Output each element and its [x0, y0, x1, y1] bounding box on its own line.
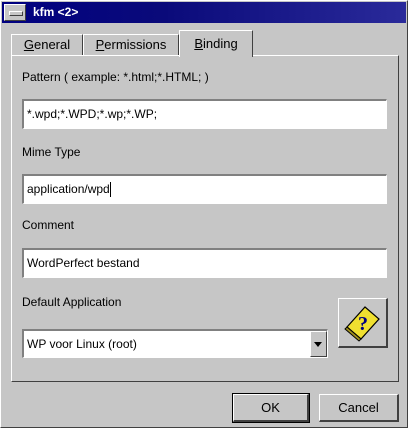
window-menu-icon	[9, 11, 23, 16]
title-bar[interactable]: kfm <2>	[2, 2, 406, 23]
mime-type-label: Mime Type	[22, 145, 81, 159]
binding-panel: Pattern ( example: *.html;*.HTML; ) *.wp…	[11, 55, 399, 382]
default-app-label: Default Application	[22, 295, 122, 309]
window-menu-button[interactable]	[4, 4, 26, 21]
tab-permissions[interactable]: Permissions	[83, 34, 179, 56]
default-app-select[interactable]: WP voor Linux (root)	[22, 329, 328, 358]
cancel-button[interactable]: Cancel	[319, 394, 399, 422]
pattern-label: Pattern ( example: *.html;*.HTML; )	[22, 70, 209, 84]
tab-general[interactable]: General	[11, 34, 83, 56]
text-caret	[109, 182, 111, 198]
help-document-icon: ?	[344, 306, 380, 342]
pattern-input[interactable]: *.wpd;*.WPD;*.wp;*.WP;	[22, 99, 387, 129]
dialog-window: kfm <2> General Permissions Binding Patt…	[0, 0, 408, 428]
tab-binding-label: Binding	[194, 36, 238, 51]
default-app-value: WP voor Linux (root)	[27, 337, 137, 351]
window-title: kfm <2>	[33, 5, 79, 19]
icon-picker-button[interactable]: ?	[338, 298, 388, 348]
mime-type-value: application/wpd	[27, 182, 110, 196]
ok-button[interactable]: OK	[232, 393, 310, 423]
comment-label: Comment	[22, 218, 75, 232]
tab-permissions-label: Permissions	[95, 37, 167, 52]
tab-binding[interactable]: Binding	[179, 30, 253, 57]
tab-general-label: General	[23, 37, 71, 52]
dropdown-arrow-button[interactable]	[310, 331, 327, 357]
chevron-down-icon	[314, 342, 322, 347]
mime-type-input[interactable]: application/wpd	[22, 174, 387, 204]
svg-text:?: ?	[358, 313, 368, 335]
comment-input[interactable]: WordPerfect bestand	[22, 248, 387, 278]
